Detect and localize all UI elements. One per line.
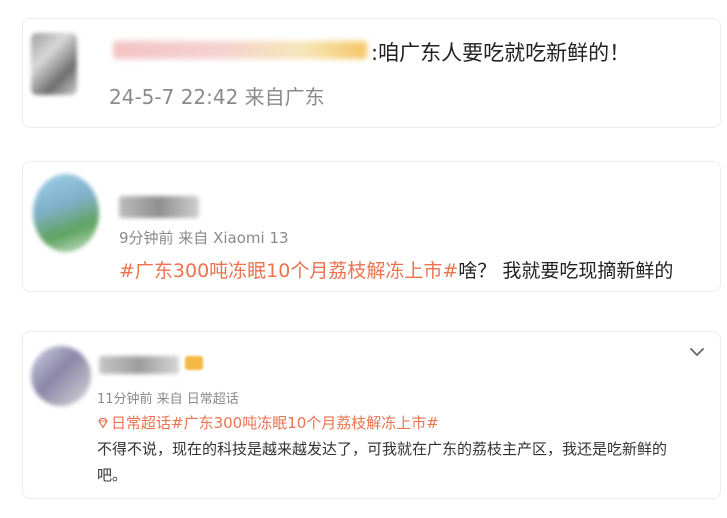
comment-text-line-1: 不得不说，现在的科技是越来越发达了，可我就在广东的荔枝主产区，我还是吃新鲜的: [97, 440, 668, 458]
chevron-down-icon[interactable]: [687, 342, 707, 362]
supertopic-gem-icon: [98, 417, 108, 429]
username-blurred[interactable]: [99, 356, 179, 374]
topic-link[interactable]: #广东300吨冻眠10个月荔枝解冻上市#: [119, 260, 458, 282]
comment-text-line-2: 吧。: [97, 466, 128, 484]
username-blurred[interactable]: [113, 41, 367, 59]
avatar[interactable]: [31, 346, 91, 406]
topic-text[interactable]: 日常超话#广东300吨冻眠10个月荔枝解冻上市#: [111, 414, 439, 432]
comment-content: #广东300吨冻眠10个月荔枝解冻上市#啥？ 我就要吃现摘新鲜的: [119, 256, 673, 283]
comment-meta: 24-5-7 22:42 来自广东: [109, 85, 325, 109]
comment-text: 啥？ 我就要吃现摘新鲜的: [458, 260, 674, 282]
topic-link[interactable]: 日常超话#广东300吨冻眠10个月荔枝解冻上市#: [97, 412, 439, 433]
user-badge-icon: [185, 356, 203, 370]
username-blurred[interactable]: [119, 196, 199, 218]
comment-meta: 11分钟前 来自 日常超话: [97, 392, 239, 407]
comment-meta: 9分钟前 来自 Xiaomi 13: [119, 229, 289, 247]
comment-card-3: 11分钟前 来自 日常超话 日常超话#广东300吨冻眠10个月荔枝解冻上市# 不…: [22, 331, 721, 499]
avatar[interactable]: [33, 174, 99, 252]
comment-text: :咱广东人要吃就吃新鲜的！: [371, 41, 631, 65]
comment-card-2: 9分钟前 来自 Xiaomi 13 #广东300吨冻眠10个月荔枝解冻上市#啥？…: [22, 161, 721, 292]
comment-card-1: :咱广东人要吃就吃新鲜的！ 24-5-7 22:42 来自广东: [22, 18, 721, 128]
avatar[interactable]: [31, 33, 77, 95]
